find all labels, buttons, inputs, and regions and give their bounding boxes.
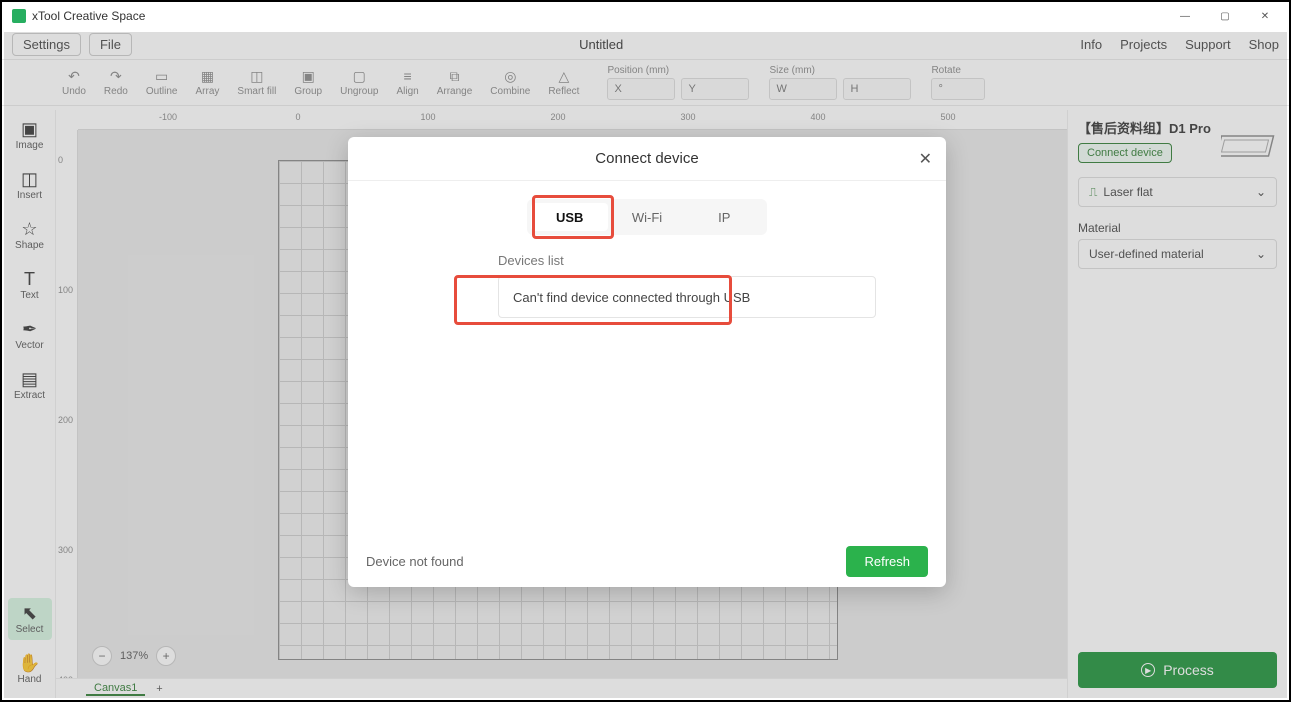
minimize-button[interactable]: — [1165,4,1205,28]
device-status-label: Device not found [366,554,464,569]
devices-list: Can't find device connected through USB [498,276,876,318]
title-bar: xTool Creative Space — ▢ ✕ [2,2,1289,30]
modal-title: Connect device [595,150,698,167]
tab-ip[interactable]: IP [686,203,763,231]
no-device-message: Can't find device connected through USB [513,290,750,305]
modal-header: Connect device ✕ [348,137,946,181]
tab-wifi[interactable]: Wi-Fi [608,203,685,231]
modal-footer: Device not found Refresh [348,535,946,587]
devices-list-label: Devices list [498,253,906,268]
refresh-button[interactable]: Refresh [846,546,928,577]
app-logo-icon [12,9,26,23]
app-title: xTool Creative Space [32,9,145,23]
tab-usb[interactable]: USB [531,203,608,231]
modal-close-button[interactable]: ✕ [919,149,932,169]
maximize-button[interactable]: ▢ [1205,4,1245,28]
connect-device-modal: Connect device ✕ USB Wi-Fi IP Devices li… [348,137,946,587]
connection-type-tabs: USB Wi-Fi IP [527,199,767,235]
close-window-button[interactable]: ✕ [1245,4,1285,28]
